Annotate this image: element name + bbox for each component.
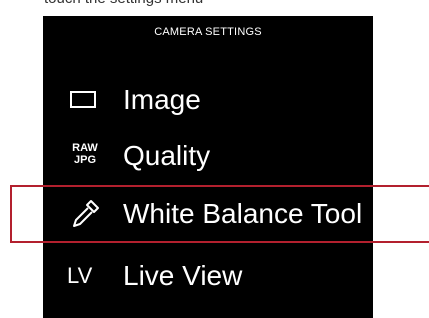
document-text-snippet: touch the settings menu bbox=[44, 0, 374, 10]
menu-item-label: White Balance Tool bbox=[123, 198, 363, 229]
menu-item-image[interactable]: Image bbox=[43, 72, 373, 127]
menu-item-white-balance-tool[interactable]: White Balance Tool bbox=[43, 186, 373, 241]
menu-title: CAMERA SETTINGS bbox=[154, 26, 262, 38]
raw-jpg-icon: RAW JPG bbox=[72, 142, 98, 166]
menu-item-label: Live View bbox=[123, 260, 243, 291]
live-view-icon: LV bbox=[67, 263, 93, 288]
menu-item-quality[interactable]: RAW JPG Quality bbox=[43, 128, 373, 183]
camera-settings-menu: CAMERA SETTINGS Image RAW JPG Quality Wh… bbox=[43, 16, 373, 318]
square-outline-icon bbox=[63, 72, 107, 127]
menu-item-label: Quality bbox=[123, 140, 211, 171]
menu-item-label: Image bbox=[123, 84, 201, 115]
menu-item-live-view[interactable]: LV Live View bbox=[43, 248, 373, 303]
eyedropper-icon bbox=[63, 186, 107, 241]
